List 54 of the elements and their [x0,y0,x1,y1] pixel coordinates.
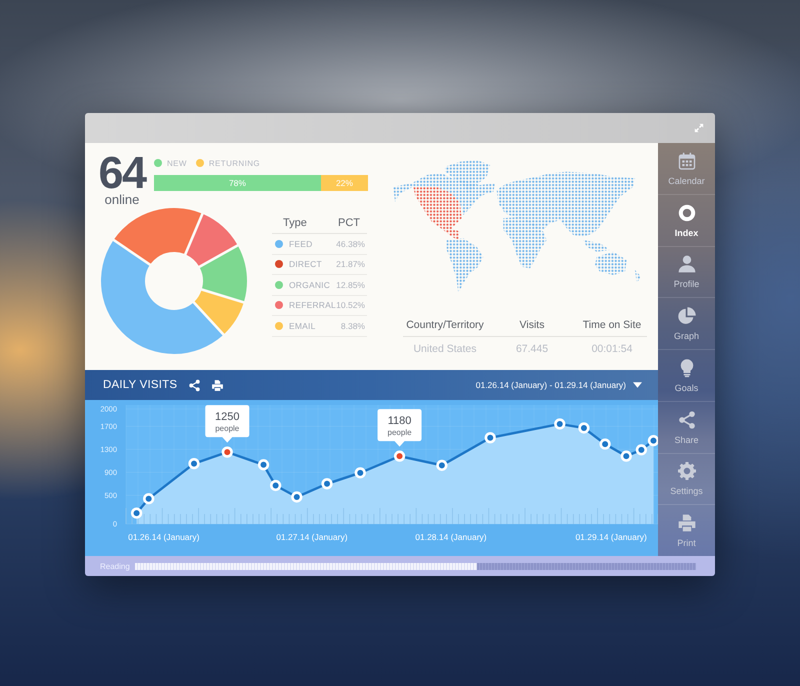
split-bar-segment: 78% [154,175,321,191]
sidebar-item[interactable]: Goals [658,349,715,401]
sidebar-item[interactable]: Settings [658,452,715,504]
gear-icon [676,461,696,482]
tooltip [378,409,422,447]
section-title: DAILY VISITS [103,379,178,391]
x-axis-label: 01.26.14 (January) [128,532,200,542]
table-cell-text: 00:01:54 [590,342,634,356]
x-axis-label: 01.29.14 (January) [575,532,647,542]
sidebar-item[interactable]: Profile [658,246,715,298]
tooltip-value: 1250 [215,411,240,424]
table-cell: FEED [289,238,312,249]
table-cell: 8.38% [340,320,365,331]
table-cell-text: United States [412,342,478,356]
table-header: Time on Site [582,318,642,332]
table-cell: DIRECT [289,259,322,270]
table-cell: ORGANIC [289,280,330,290]
date-range-dropdown[interactable]: 01.26.14 (January) - 01.29.14 (January) [476,380,642,390]
sidebar-item[interactable]: Index [658,194,715,246]
table-cell: 21.87% [336,259,365,270]
table-header: Type [283,217,307,229]
table-cell: EMAIL [289,320,316,331]
table-cell-text: 67.445 [514,342,550,356]
online-label: online [104,193,140,207]
sidebar-item[interactable]: Share [658,400,715,452]
split-bar-segment: 22% [320,175,368,191]
share-icon [676,410,696,430]
table-header: PCT [338,217,360,229]
legend-label: NEW [167,158,187,168]
tooltip-unit: people [388,428,412,438]
calendar-icon [676,150,696,171]
ring-icon [676,202,696,223]
tooltip-unit: people [215,424,240,434]
online-count: 64 [98,153,146,193]
x-axis-label: 01.27.14 (January) [276,532,348,542]
tooltip-value: 1180 [388,415,412,428]
printer-icon[interactable] [211,378,224,392]
sidebar-item[interactable]: Calendar [658,143,715,194]
printer-icon [676,513,696,534]
share-icon[interactable] [188,378,202,392]
pie-chart-icon [676,306,696,326]
sidebar-item[interactable]: Graph [658,297,715,349]
legend-label: RETURNING [208,158,260,168]
caret-icon [633,382,642,388]
table-cell: 46.38% [336,238,365,249]
table-cell: REFERRAL [289,300,336,310]
table-cell: 12.85% [336,280,365,290]
table-header: Country/Territory [405,318,485,332]
tooltip [205,405,250,443]
x-axis-label: 01.28.14 (January) [415,532,487,542]
person-icon [676,254,696,274]
table-cell: 10.52% [336,300,365,310]
table-header: Visits [518,318,546,332]
reading-label: Reading [100,562,131,570]
